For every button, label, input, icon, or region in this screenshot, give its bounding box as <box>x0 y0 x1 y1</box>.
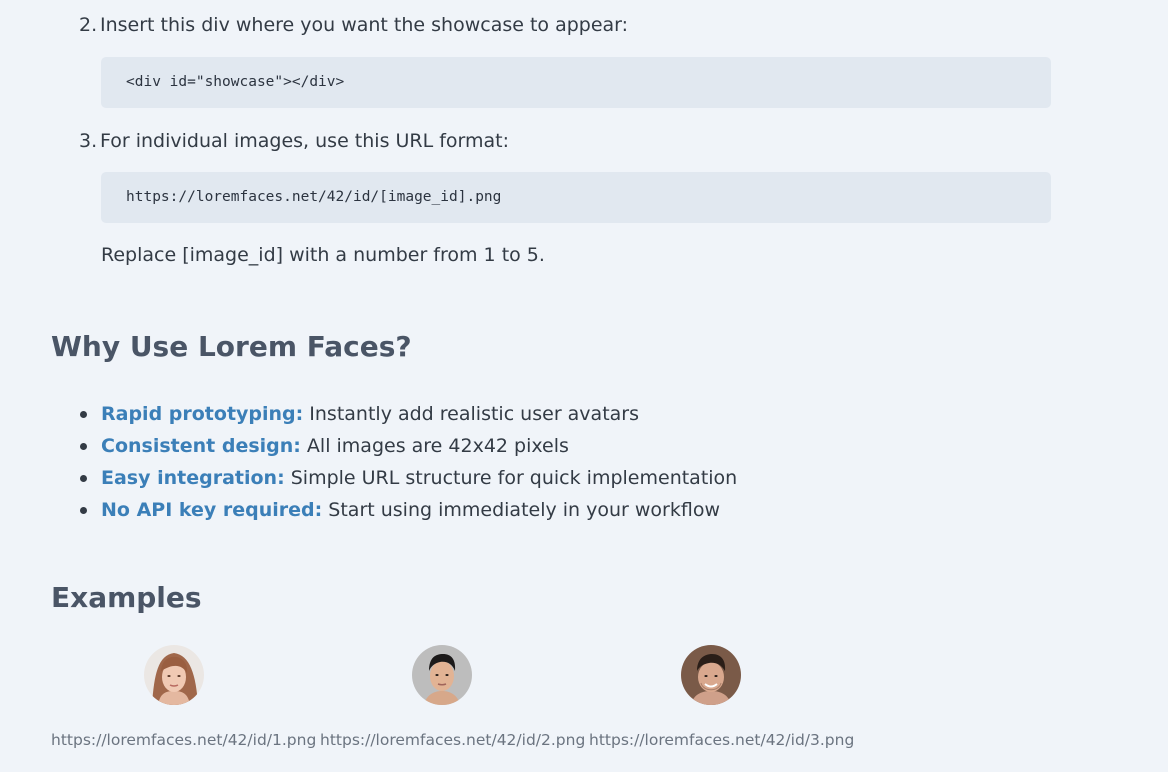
step-3: 3. For individual images, use this URL fo… <box>79 129 509 153</box>
bullet-icon <box>80 443 87 450</box>
why-heading: Why Use Lorem Faces? <box>51 330 412 363</box>
example-url[interactable]: https://loremfaces.net/42/id/2.png <box>320 730 585 750</box>
image-id-note: Replace [image_id] with a number from 1 … <box>101 244 545 266</box>
feature-text: All images are 42x42 pixels <box>300 435 569 457</box>
step-2: 2. Insert this div where you want the sho… <box>79 13 628 37</box>
step-number: 2. <box>79 14 98 36</box>
code-block-showcase-div[interactable]: <div id="showcase"></div> <box>101 57 1051 108</box>
feature-item: Rapid prototyping: Instantly add realist… <box>80 398 737 430</box>
feature-item: No API key required: Start using immedia… <box>80 494 737 526</box>
feature-key: Easy integration: <box>101 467 285 489</box>
bullet-icon <box>80 411 87 418</box>
example-url[interactable]: https://loremfaces.net/42/id/3.png <box>589 730 854 750</box>
bullet-icon <box>80 475 87 482</box>
feature-text: Start using immediately in your workflow <box>322 499 721 521</box>
man-face-avatar-icon <box>681 645 741 705</box>
feature-key: Rapid prototyping: <box>101 403 304 425</box>
feature-item: Consistent design: All images are 42x42 … <box>80 430 737 462</box>
woman-face-avatar-icon <box>144 645 204 705</box>
feature-key: Consistent design: <box>101 435 301 457</box>
step-number: 3. <box>79 130 98 152</box>
feature-item: Easy integration: Simple URL structure f… <box>80 462 738 494</box>
feature-list: Rapid prototyping: Instantly add realist… <box>80 398 738 526</box>
feature-text: Simple URL structure for quick implement… <box>284 467 738 489</box>
example-url[interactable]: https://loremfaces.net/42/id/1.png <box>51 730 316 750</box>
bullet-icon <box>80 507 87 514</box>
code-block-url-format[interactable]: https://loremfaces.net/42/id/[image_id].… <box>101 172 1051 223</box>
step-text: For individual images, use this URL form… <box>100 130 510 152</box>
feature-text: Instantly add realistic user avatars <box>303 403 639 425</box>
examples-heading: Examples <box>51 581 202 614</box>
feature-key: No API key required: <box>101 499 323 521</box>
step-text: Insert this div where you want the showc… <box>100 14 629 36</box>
young-man-face-avatar-icon <box>412 645 472 705</box>
page: 2. Insert this div where you want the sho… <box>0 0 1168 772</box>
